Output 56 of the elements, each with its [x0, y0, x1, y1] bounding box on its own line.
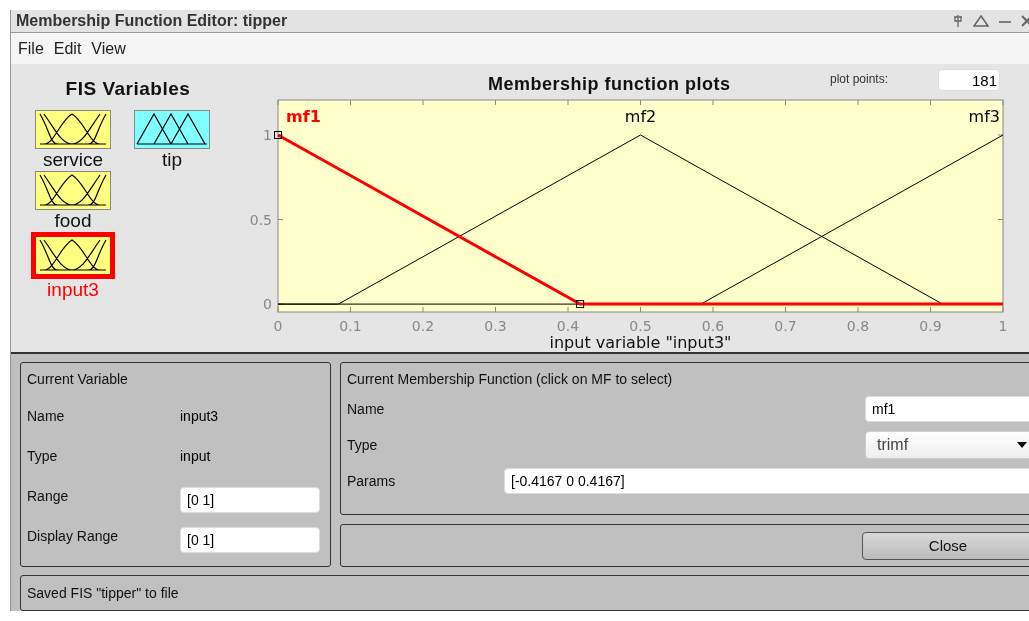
tick-label: 0.5: [249, 211, 272, 228]
menu-item[interactable]: View: [91, 39, 126, 58]
tick-label: 0.7: [774, 318, 797, 334]
tick-label: 0.6: [701, 318, 725, 334]
tick-label: 0.4: [556, 318, 580, 334]
tick-label: 0.5: [629, 318, 652, 334]
pin-icon[interactable]: [952, 14, 964, 28]
window-title: Membership Function Editor: tipper: [16, 12, 288, 30]
menu-item[interactable]: File: [18, 39, 44, 58]
field-label: Type: [27, 447, 59, 464]
tick-label: 0.9: [919, 318, 942, 334]
menu-item[interactable]: Edit: [53, 39, 82, 58]
input-variable-icon[interactable]: [31, 232, 115, 279]
tick-label: 0.8: [846, 318, 870, 334]
field-label: Type: [347, 437, 378, 453]
caret-icon: [1017, 442, 1027, 448]
panel-title: Current Variable: [27, 371, 129, 387]
name-field[interactable]: mf1: [865, 396, 1029, 422]
input-field[interactable]: [0 1]: [180, 526, 320, 553]
field-value: input3: [180, 407, 219, 424]
output-variable-icon[interactable]: [134, 110, 210, 149]
maximize-icon[interactable]: [973, 15, 989, 27]
field-label: Params: [347, 473, 396, 489]
field-label: Name: [347, 401, 385, 417]
status-text: Saved FIS "tipper" to file: [27, 585, 179, 601]
field-label: plot points:: [830, 72, 889, 86]
variable-label: input3: [47, 279, 99, 301]
tick-label: 0.2: [411, 318, 435, 334]
tick-label: 0.1: [339, 318, 362, 334]
tick-label: 0.3: [484, 318, 507, 334]
variable-label: service: [42, 149, 104, 171]
axis-title: input variable "input3": [549, 333, 732, 352]
field-label: Range: [27, 487, 70, 504]
field-label: Display Range: [27, 527, 120, 544]
tick-label: 0: [273, 318, 283, 334]
curve-label[interactable]: mf2: [624, 107, 657, 126]
chart-title: Membership function plots: [488, 74, 731, 95]
type-dropdown[interactable]: trimf: [865, 431, 1029, 459]
curve-label[interactable]: mf3: [968, 107, 1000, 126]
plot-points-field[interactable]: 181: [938, 69, 1000, 91]
panel-title: Current Membership Function (click on MF to select): [347, 371, 674, 387]
tick-label: 0: [263, 296, 272, 313]
input-variable-icon[interactable]: [35, 171, 111, 210]
tick-label: 1: [998, 318, 1008, 334]
close-button[interactable]: Close: [862, 531, 1029, 560]
params-field[interactable]: [-0.4167 0 0.4167]: [504, 468, 1029, 494]
curve-label[interactable]: mf1: [286, 107, 321, 126]
field-label: Name: [27, 407, 66, 424]
membership-plot-drawing[interactable]: [274, 99, 1004, 313]
input-field[interactable]: [0 1]: [180, 486, 320, 513]
variable-label: tip: [161, 149, 183, 171]
tick-label: 1: [263, 127, 272, 143]
field-value: input: [180, 447, 211, 464]
panel-heading: FIS Variables: [64, 78, 192, 100]
variable-label: food: [54, 210, 92, 232]
input-variable-icon[interactable]: [35, 110, 111, 149]
